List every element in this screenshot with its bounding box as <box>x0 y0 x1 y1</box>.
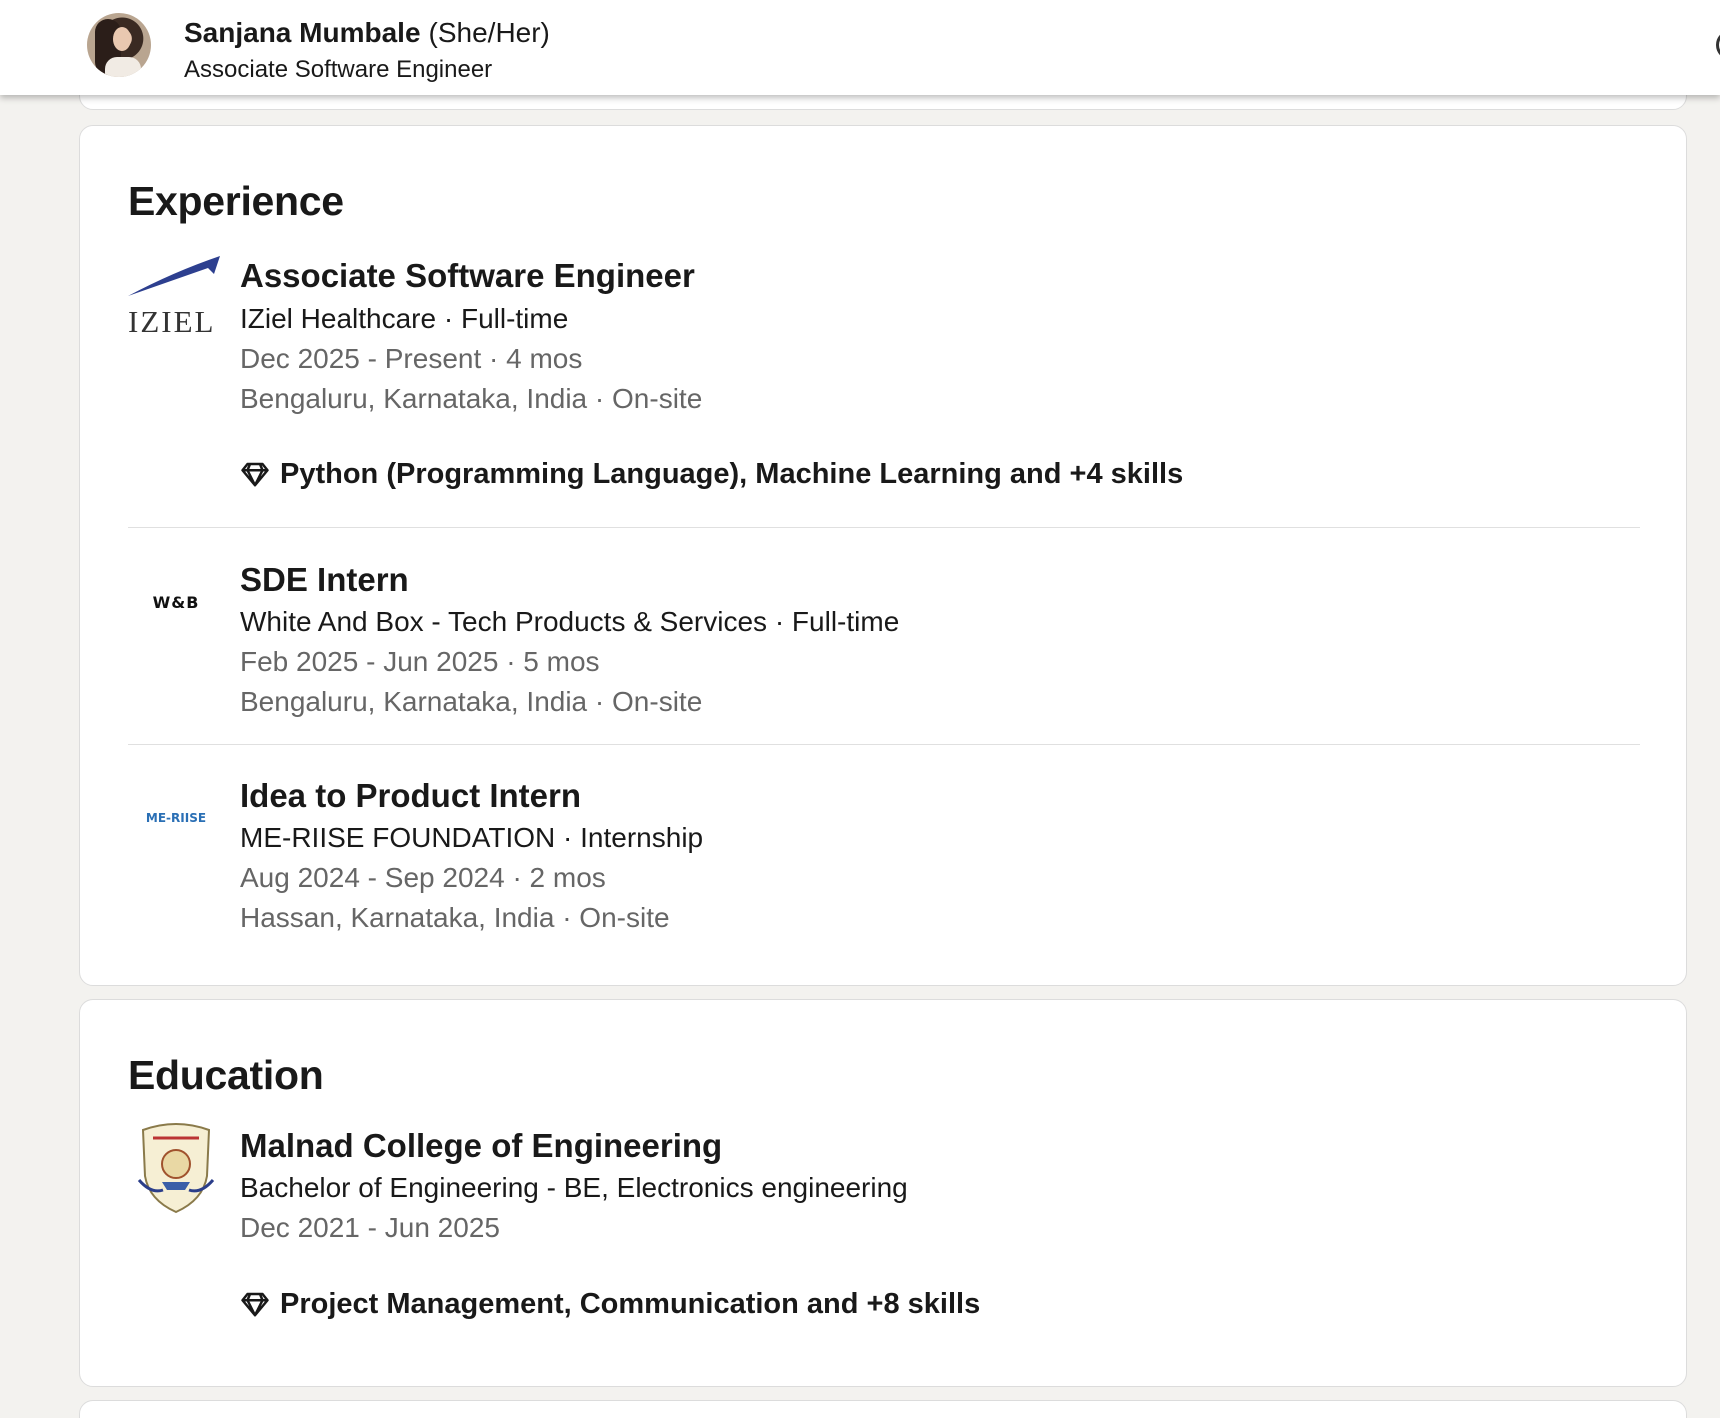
job-title[interactable]: SDE Intern <box>240 560 409 600</box>
more-actions-button[interactable] <box>1716 30 1720 60</box>
company-logo-wb[interactable]: W&B <box>128 554 224 650</box>
divider <box>128 527 1640 528</box>
skills-link[interactable]: Project Management, Communication and +8… <box>240 1286 980 1322</box>
experience-section: Experience IZIEL Associate Software Engi… <box>79 125 1687 986</box>
profile-pronouns: (She/Her) <box>428 17 550 48</box>
degree: Bachelor of Engineering - BE, Electronic… <box>240 1172 908 1203</box>
company-line: ME-RIISE FOUNDATION · Internship <box>240 822 704 853</box>
profile-name-line: Sanjana Mumbale (She/Her) <box>184 16 550 50</box>
profile-name: Sanjana Mumbale <box>184 17 421 48</box>
job-title[interactable]: Associate Software Engineer <box>240 256 695 296</box>
diamond-icon <box>240 459 270 489</box>
skills-text: Python (Programming Language), Machine L… <box>280 458 1184 490</box>
diamond-icon <box>240 1289 270 1319</box>
avatar[interactable] <box>87 13 151 77</box>
sticky-profile-header: Sanjana Mumbale (She/Her) Associate Softw… <box>0 0 1720 95</box>
skills-link[interactable]: Python (Programming Language), Machine L… <box>240 456 1183 492</box>
divider <box>128 744 1640 745</box>
location: Bengaluru, Karnataka, India · On-site <box>240 686 703 717</box>
skills-text: Project Management, Communication and +8… <box>280 1288 981 1320</box>
location: Hassan, Karnataka, India · On-site <box>240 902 670 933</box>
next-section-card <box>79 1400 1687 1418</box>
education-section: Education Malnad College of Engineering … <box>79 999 1687 1387</box>
date-range: Dec 2021 - Jun 2025 <box>240 1212 500 1243</box>
location: Bengaluru, Karnataka, India · On-site <box>240 383 703 414</box>
company-logo-iziel[interactable]: IZIEL <box>128 250 224 346</box>
job-title[interactable]: Idea to Product Intern <box>240 776 581 816</box>
school-crest-logo[interactable] <box>128 1120 224 1216</box>
date-range: Dec 2025 - Present · 4 mos <box>240 343 583 374</box>
company-line: IZiel Healthcare · Full-time <box>240 303 569 334</box>
school-name[interactable]: Malnad College of Engineering <box>240 1126 722 1166</box>
profile-page: Sanjana Mumbale (She/Her) Associate Softw… <box>0 0 1720 1418</box>
date-range: Feb 2025 - Jun 2025 · 5 mos <box>240 646 600 677</box>
profile-headline: Associate Software Engineer <box>184 56 493 83</box>
company-logo-meriise[interactable]: ME-RIISE <box>128 770 224 866</box>
section-title: Education <box>128 1052 324 1098</box>
date-range: Aug 2024 - Sep 2024 · 2 mos <box>240 862 606 893</box>
company-line: White And Box - Tech Products & Services… <box>240 606 900 637</box>
section-title: Experience <box>128 178 344 224</box>
